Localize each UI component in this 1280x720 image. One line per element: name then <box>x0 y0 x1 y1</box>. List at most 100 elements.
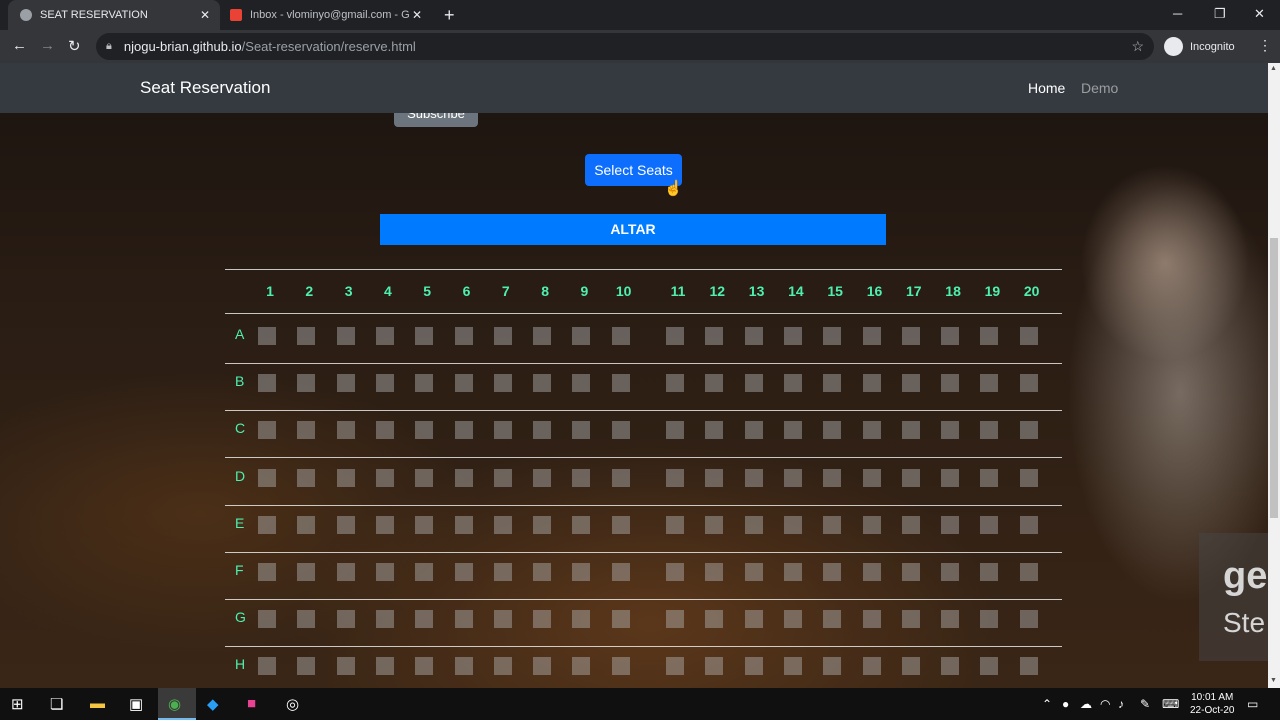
seat-checkbox[interactable] <box>941 563 960 581</box>
seat-checkbox[interactable] <box>493 421 512 440</box>
seat-checkbox[interactable] <box>705 657 724 676</box>
microphone-icon[interactable]: ● <box>1062 697 1069 711</box>
obs-icon[interactable]: ◎ <box>286 695 299 713</box>
seat-checkbox[interactable] <box>415 563 434 581</box>
seat-checkbox[interactable] <box>783 327 802 345</box>
seat-checkbox[interactable] <box>862 374 881 393</box>
seat-checkbox[interactable] <box>258 421 276 440</box>
seat-checkbox[interactable] <box>783 468 802 487</box>
seat-checkbox[interactable] <box>533 421 552 440</box>
seat-checkbox[interactable] <box>1019 468 1038 487</box>
subscribe-button[interactable]: Subscribe <box>394 113 478 127</box>
seat-checkbox[interactable] <box>666 610 684 629</box>
seat-checkbox[interactable] <box>297 327 316 345</box>
seat-checkbox[interactable] <box>705 515 724 534</box>
window-close-icon[interactable]: ✕ <box>1254 6 1265 22</box>
seat-checkbox[interactable] <box>533 468 552 487</box>
seat-checkbox[interactable] <box>258 563 276 581</box>
scroll-up-icon[interactable]: ▲ <box>1270 65 1277 72</box>
seat-checkbox[interactable] <box>862 610 881 629</box>
seat-checkbox[interactable] <box>493 610 512 629</box>
seat-checkbox[interactable] <box>666 468 684 487</box>
seat-checkbox[interactable] <box>705 563 724 581</box>
seat-checkbox[interactable] <box>980 610 999 629</box>
seat-checkbox[interactable] <box>533 374 552 393</box>
seat-checkbox[interactable] <box>454 610 473 629</box>
seat-checkbox[interactable] <box>375 421 394 440</box>
seat-checkbox[interactable] <box>611 468 630 487</box>
seat-checkbox[interactable] <box>336 610 355 629</box>
seat-checkbox[interactable] <box>375 468 394 487</box>
seat-checkbox[interactable] <box>611 374 630 393</box>
seat-checkbox[interactable] <box>901 421 920 440</box>
seat-checkbox[interactable] <box>980 421 999 440</box>
back-icon[interactable]: ← <box>12 37 27 54</box>
scroll-thumb[interactable] <box>1270 238 1278 518</box>
seat-checkbox[interactable] <box>705 421 724 440</box>
seat-checkbox[interactable] <box>941 515 960 534</box>
seat-checkbox[interactable] <box>901 468 920 487</box>
seat-checkbox[interactable] <box>572 563 591 581</box>
seat-checkbox[interactable] <box>744 374 763 393</box>
seat-checkbox[interactable] <box>941 610 960 629</box>
seat-checkbox[interactable] <box>336 374 355 393</box>
seat-checkbox[interactable] <box>980 563 999 581</box>
seat-checkbox[interactable] <box>1019 515 1038 534</box>
chrome-icon[interactable]: ◉ <box>168 695 181 713</box>
seat-checkbox[interactable] <box>415 610 434 629</box>
seat-checkbox[interactable] <box>493 563 512 581</box>
file-explorer-icon[interactable]: ▬ <box>90 695 105 712</box>
seat-checkbox[interactable] <box>572 657 591 676</box>
nav-link-demo[interactable]: Demo <box>1081 80 1118 96</box>
seat-checkbox[interactable] <box>533 563 552 581</box>
seat-checkbox[interactable] <box>1019 610 1038 629</box>
seat-checkbox[interactable] <box>258 657 276 676</box>
seat-checkbox[interactable] <box>454 374 473 393</box>
seat-checkbox[interactable] <box>258 515 276 534</box>
seat-checkbox[interactable] <box>823 421 842 440</box>
seat-checkbox[interactable] <box>336 515 355 534</box>
seat-checkbox[interactable] <box>705 610 724 629</box>
onedrive-icon[interactable]: ☁ <box>1080 697 1092 711</box>
seat-checkbox[interactable] <box>705 468 724 487</box>
seat-checkbox[interactable] <box>783 563 802 581</box>
volume-icon[interactable]: ♪ <box>1118 697 1124 711</box>
seat-checkbox[interactable] <box>375 610 394 629</box>
seat-checkbox[interactable] <box>1019 657 1038 676</box>
keyboard-icon[interactable]: ⌨ <box>1162 697 1179 711</box>
seat-checkbox[interactable] <box>415 421 434 440</box>
seat-checkbox[interactable] <box>744 610 763 629</box>
seat-checkbox[interactable] <box>901 374 920 393</box>
seat-checkbox[interactable] <box>980 515 999 534</box>
seat-checkbox[interactable] <box>258 610 276 629</box>
forward-icon[interactable]: → <box>40 37 55 54</box>
bookmark-star-icon[interactable]: ☆ <box>1131 38 1144 55</box>
seat-checkbox[interactable] <box>744 563 763 581</box>
seat-checkbox[interactable] <box>572 610 591 629</box>
seat-checkbox[interactable] <box>611 657 630 676</box>
seat-checkbox[interactable] <box>493 515 512 534</box>
seat-checkbox[interactable] <box>744 515 763 534</box>
seat-checkbox[interactable] <box>823 515 842 534</box>
seat-checkbox[interactable] <box>783 657 802 676</box>
pen-icon[interactable]: ✎ <box>1140 697 1150 711</box>
seat-checkbox[interactable] <box>901 610 920 629</box>
page-scrollbar[interactable]: ▲ ▼ <box>1268 63 1280 688</box>
seat-checkbox[interactable] <box>1019 327 1038 345</box>
seat-checkbox[interactable] <box>375 563 394 581</box>
seat-checkbox[interactable] <box>336 468 355 487</box>
seat-checkbox[interactable] <box>493 327 512 345</box>
seat-checkbox[interactable] <box>823 327 842 345</box>
seat-checkbox[interactable] <box>941 468 960 487</box>
scroll-down-icon[interactable]: ▼ <box>1270 677 1277 684</box>
seat-checkbox[interactable] <box>941 327 960 345</box>
seat-checkbox[interactable] <box>666 563 684 581</box>
seat-checkbox[interactable] <box>297 657 316 676</box>
seat-checkbox[interactable] <box>375 327 394 345</box>
seat-checkbox[interactable] <box>493 374 512 393</box>
seat-checkbox[interactable] <box>823 657 842 676</box>
close-icon[interactable]: ✕ <box>412 8 422 22</box>
seat-checkbox[interactable] <box>415 374 434 393</box>
seat-checkbox[interactable] <box>297 515 316 534</box>
seat-checkbox[interactable] <box>572 421 591 440</box>
